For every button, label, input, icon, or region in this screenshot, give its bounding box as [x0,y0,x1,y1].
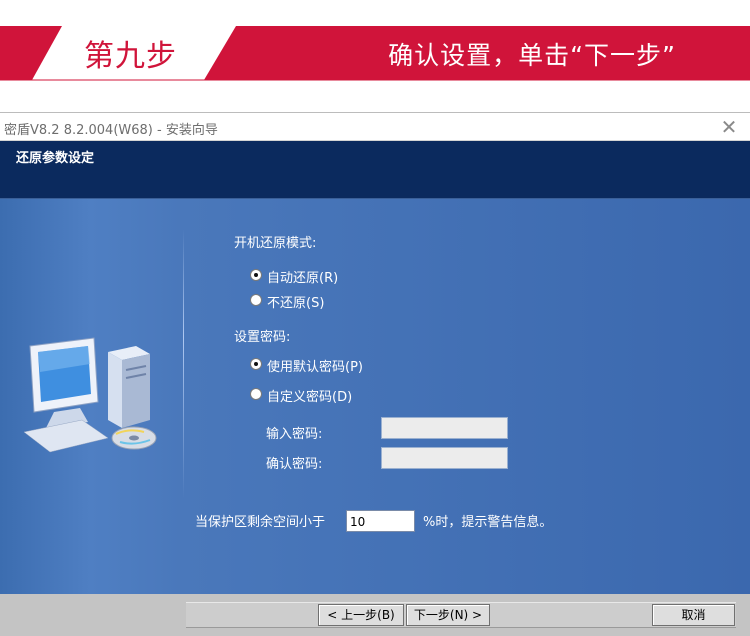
wizard-header-title: 还原参数设定 [16,151,95,166]
computer-icon [24,337,157,453]
option-auto-restore-label[interactable]: 自动还原(R) [267,267,338,286]
radio-auto-restore[interactable] [250,269,262,281]
wizard-header: 还原参数设定 [0,141,750,199]
window-titlebar: 密盾V8.2 8.2.004(W68) - 安装向导 ✕ [0,112,750,141]
password-label: 设置密码: [234,330,291,345]
installer-window: 密盾V8.2 8.2.004(W68) - 安装向导 ✕ 还原参数设定 开机还原… [0,112,750,636]
next-button[interactable]: 下一步(N) > [406,604,490,626]
back-button[interactable]: < 上一步(B) [318,604,404,626]
close-icon[interactable]: ✕ [718,116,740,138]
confirm-password-label: 确认密码: [266,457,323,472]
step-banner: 第九步 确认设置，单击“下一步” [0,0,750,110]
divider [183,229,184,499]
space-warning-suffix: %时，提示警告信息。 [423,515,553,530]
cancel-button[interactable]: 取消 [652,604,735,626]
option-no-restore-label[interactable]: 不还原(S) [267,292,324,311]
radio-custom-password[interactable] [250,388,262,400]
password-input[interactable] [381,417,508,439]
space-threshold-input[interactable]: 10 [346,510,415,532]
option-custom-password-label[interactable]: 自定义密码(D) [267,386,352,405]
radio-no-restore[interactable] [250,294,262,306]
wizard-content: 开机还原模式: 自动还原(R) 不还原(S) 设置密码: 使用默认密码(P) 自… [0,199,750,594]
input-password-label: 输入密码: [266,427,323,442]
window-title: 密盾V8.2 8.2.004(W68) - 安装向导 [4,123,218,138]
option-default-password-label[interactable]: 使用默认密码(P) [267,356,363,375]
restore-mode-label: 开机还原模式: [234,236,317,251]
confirm-password-input[interactable] [381,447,508,469]
radio-default-password[interactable] [250,358,262,370]
step-description: 确认设置，单击“下一步” [388,41,676,70]
wizard-footer: < 上一步(B) 下一步(N) > 取消 [0,594,750,636]
space-warning-prefix: 当保护区剩余空间小于 [195,515,326,530]
step-title: 第九步 [84,39,177,74]
